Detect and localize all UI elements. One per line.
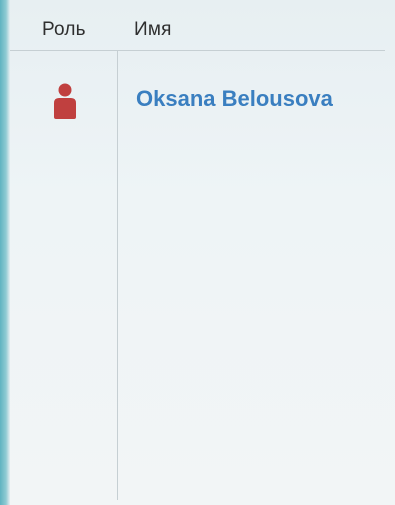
header-divider <box>10 50 385 51</box>
users-table-panel: Роль Имя Oksana Belousova <box>10 0 395 505</box>
table-row[interactable]: Oksana Belousova <box>10 66 385 136</box>
user-name-link[interactable]: Oksana Belousova <box>136 86 333 112</box>
table-header: Роль Имя <box>10 0 395 50</box>
column-header-name[interactable]: Имя <box>134 19 172 41</box>
column-header-role[interactable]: Роль <box>42 19 86 41</box>
role-cell <box>10 66 117 136</box>
user-icon <box>54 83 76 119</box>
